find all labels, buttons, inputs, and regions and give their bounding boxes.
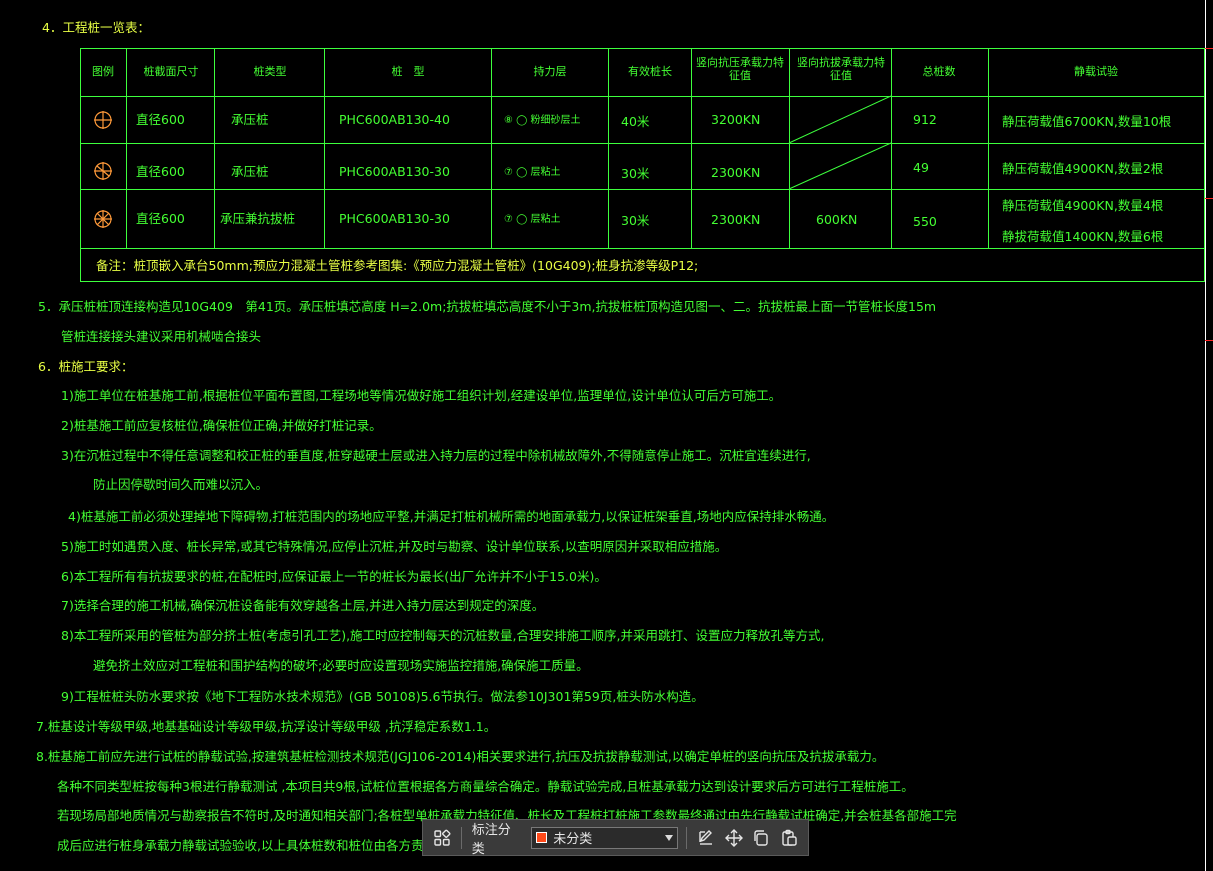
row1-size: 直径600 [136,112,185,127]
header-bearing-layer: 持力层 [533,65,567,78]
req-item-2: 2)桩基施工前应复核桩位,确保桩位正确,并做好打桩记录。 [61,418,382,433]
paste-icon[interactable] [778,827,800,849]
row1-type: 承压桩 [231,112,269,127]
apps-grid-icon[interactable] [431,827,453,849]
req-item-7: 7)选择合理的施工机械,确保沉桩设备能有效穿越各土层,并进入持力层达到规定的深度… [61,598,545,613]
pile-symbol-hatched-icon [94,210,112,228]
row1-length: 40米 [621,114,650,129]
toolbar-divider [685,826,687,849]
move-icon[interactable] [723,827,745,849]
row2-length: 30米 [621,166,650,181]
cad-drawing-canvas[interactable]: 4．工程桩一览表： 图例 桩截面尺寸 桩类型 桩 型 持力层 有效桩长 竖向抗压… [0,0,1213,871]
diagonal-empty-mark [788,142,892,190]
annotation-category-select[interactable]: 未分类 [531,826,678,849]
header-uplift-capacity: 竖向抗拔承载力特征值 [797,56,885,82]
row2-model: PHC600AB130-30 [339,164,450,179]
section-4-title: 4．工程桩一览表： [42,20,150,35]
header-total-count: 总桩数 [922,65,956,78]
row2-count: 49 [913,160,929,175]
row2-type: 承压桩 [231,164,269,179]
req-item-3: 3)在沉桩过程中不得任意调整和校正桩的垂直度,桩穿越硬土层或进入持力层的过程中除… [61,448,811,463]
row3-type: 承压兼抗拔桩 [220,211,296,226]
row3-count: 550 [913,214,937,229]
row3-load-test-uplift: 静拔荷载值1400KN,数量6根 [1002,229,1164,244]
row2-size: 直径600 [136,164,185,179]
req-item-5: 5)施工时如遇贯入度、桩长异常,或其它特殊情况,应停止沉桩,并及时与勘察、设计单… [61,539,728,554]
pile-schedule-table: 图例 桩截面尺寸 桩类型 桩 型 持力层 有效桩长 竖向抗压承载力特征值 竖向抗… [80,48,1205,282]
row1-load-test: 静压荷载值6700KN,数量10根 [1002,114,1172,129]
req-item-6: 6)本工程所有有抗拔要求的桩,在配桩时,应保证最上一节的桩长为最长(出厂允许并不… [61,569,607,584]
section-7-text: 7.桩基设计等级甲级,地基基础设计等级甲级,抗浮设计等级甲级 ,抗浮稳定系数1.… [36,719,497,734]
annotation-category-label: 标注分类 [471,821,511,856]
selected-category: 未分类 [553,831,593,846]
req-item-8: 8)本工程所采用的管桩为部分挤土桩(考虑引孔工艺),施工时应控制每天的沉桩数量,… [61,628,825,643]
pile-symbol-crosshair-icon [94,162,112,180]
header-static-load-test: 静载试验 [1074,65,1118,78]
row3-bearing-layer: ⑦ ◯ 层粘土 [504,214,561,225]
pile-symbol-crosshair-icon [94,111,112,129]
annotation-toolbar: 标注分类 未分类 [422,819,809,856]
row3-compression: 2300KN [711,212,761,227]
row3-length: 30米 [621,213,650,228]
row2-compression: 2300KN [711,165,761,180]
frame-marker [1205,198,1213,199]
row1-count: 912 [913,112,937,127]
copy-icon[interactable] [750,827,772,849]
chevron-down-icon [664,834,673,841]
row2-bearing-layer: ⑦ ◯ 层粘土 [504,167,561,178]
header-section-size: 桩截面尺寸 [143,65,199,78]
req-item-9: 9)工程桩桩头防水要求按《地下工程防水技术规范》(GB 50108)5.6节执行… [61,689,704,704]
header-effective-length: 有效桩长 [628,65,672,78]
row3-load-test-compression: 静压荷载值4900KN,数量4根 [1002,198,1164,213]
toolbar-divider [460,826,462,849]
section-8-text: 8.桩基施工前应先进行试桩的静载试验,按建筑基桩检测技术规范(JGJ106-20… [36,749,885,764]
edit-icon[interactable] [695,827,717,849]
section-8-text-2: 各种不同类型桩按每种3根进行静载测试 ,本项目共9根,试桩位置根据各方商量综合确… [57,779,914,794]
frame-marker [1205,48,1213,49]
diagonal-empty-mark [788,95,892,144]
table-note: 备注：桩顶嵌入承台50mm;预应力混凝土管桩参考图集:《预应力混凝土管桩》(10… [96,258,699,273]
req-item-3-cont: 防止因停歇时间久而难以沉入。 [93,477,269,492]
req-item-1: 1)施工单位在桩基施工前,根据桩位平面布置图,工程场地等情况做好施工组织计划,经… [61,388,782,403]
req-item-4: 4)桩基施工前必须处理掉地下障碍物,打桩范围内的场地应平整,并满足打桩机械所需的… [68,509,835,524]
row1-bearing-layer: ⑧ ◯ 粉细砂层土 [504,115,581,126]
row2-load-test: 静压荷载值4900KN,数量2根 [1002,161,1164,176]
frame-marker [1205,340,1213,341]
row1-model: PHC600AB130-40 [339,112,450,127]
header-legend: 图例 [92,65,114,78]
header-pile-category: 桩类型 [253,65,287,78]
section-5-text-cont: 管桩连接接头建议采用机械啮合接头 [61,329,262,344]
section-6-title: 6．桩施工要求： [38,359,134,374]
header-pile-model: 桩 型 [391,65,425,78]
req-item-8-cont: 避免挤土效应对工程桩和围护结构的破坏;必要时应设置现场实施监控措施,确保施工质量… [93,658,589,673]
section-5-text: 5．承压桩桩顶连接构造见10G409 第41页。承压桩填芯高度 H=2.0m;抗… [38,299,937,314]
row3-uplift: 600KN [816,212,858,227]
category-color-swatch [536,832,548,843]
drawing-frame-border [1205,0,1206,871]
header-compression-capacity: 竖向抗压承载力特征值 [696,56,784,82]
row3-model: PHC600AB130-30 [339,211,450,226]
row1-compression: 3200KN [711,112,761,127]
row3-size: 直径600 [136,211,185,226]
